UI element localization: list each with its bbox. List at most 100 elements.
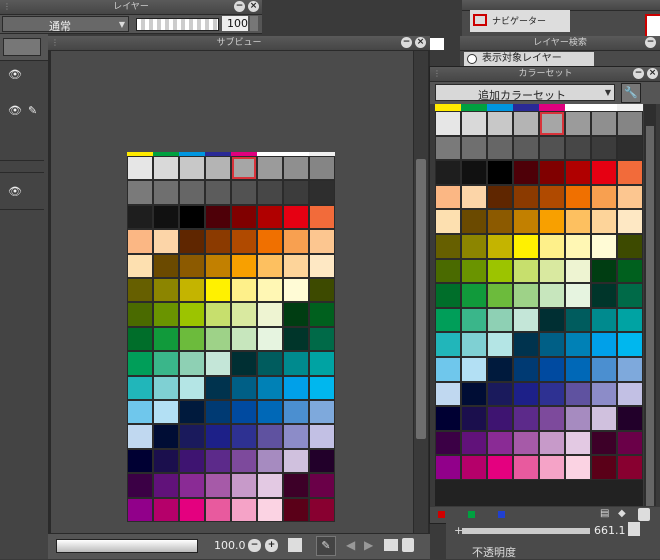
color-swatch[interactable] <box>153 302 179 327</box>
color-swatch[interactable] <box>205 424 231 449</box>
color-swatch[interactable] <box>257 400 283 425</box>
color-swatch[interactable] <box>127 326 153 352</box>
color-swatch[interactable] <box>539 283 565 308</box>
color-swatch[interactable] <box>487 406 513 431</box>
color-swatch[interactable] <box>461 209 487 234</box>
color-swatch[interactable] <box>565 184 591 210</box>
color-swatch[interactable] <box>283 448 309 474</box>
color-swatch[interactable] <box>205 156 231 181</box>
color-swatch[interactable] <box>231 253 257 278</box>
color-swatch[interactable] <box>539 135 565 161</box>
color-swatch[interactable] <box>127 473 153 498</box>
color-swatch[interactable] <box>179 253 205 278</box>
color-swatch[interactable] <box>127 424 153 449</box>
color-swatch[interactable] <box>205 278 231 303</box>
navigator-tab[interactable]: ナビゲーター <box>470 10 570 32</box>
color-swatch[interactable] <box>257 278 283 303</box>
color-swatch[interactable] <box>513 258 539 284</box>
color-swatch[interactable] <box>231 424 257 449</box>
color-swatch[interactable] <box>513 381 539 407</box>
color-swatch[interactable] <box>565 258 591 284</box>
color-swatch[interactable] <box>435 430 461 456</box>
color-swatch[interactable] <box>461 283 487 308</box>
color-swatch[interactable] <box>591 160 617 185</box>
blend-mode-select[interactable]: 通常 ▼ <box>2 16 129 33</box>
color-swatch[interactable] <box>179 229 205 254</box>
color-swatch[interactable] <box>435 381 461 407</box>
trash-icon[interactable] <box>638 508 650 521</box>
color-swatch[interactable] <box>487 104 513 111</box>
minimize-icon[interactable]: − <box>633 68 644 79</box>
color-swatch[interactable] <box>591 283 617 308</box>
color-swatch[interactable] <box>231 278 257 303</box>
color-swatch[interactable] <box>539 104 565 111</box>
color-swatch[interactable] <box>591 184 617 210</box>
color-swatch[interactable] <box>179 278 205 303</box>
opacity-slider[interactable] <box>136 18 219 31</box>
color-swatch[interactable] <box>309 351 335 376</box>
color-swatch[interactable] <box>461 455 487 480</box>
color-swatch[interactable] <box>539 381 565 407</box>
grip-icon[interactable]: ⋮ <box>51 38 59 47</box>
color-swatch[interactable] <box>257 351 283 376</box>
color-swatch[interactable] <box>231 180 257 205</box>
color-swatch[interactable] <box>153 400 179 425</box>
color-swatch[interactable] <box>435 135 461 161</box>
color-swatch[interactable] <box>539 455 565 480</box>
color-swatch[interactable] <box>231 204 257 230</box>
color-swatch[interactable] <box>513 104 539 111</box>
close-icon[interactable]: × <box>248 1 259 12</box>
color-swatch[interactable] <box>283 497 309 522</box>
color-swatch[interactable] <box>257 302 283 327</box>
color-swatch[interactable] <box>257 448 283 474</box>
color-swatch[interactable] <box>539 307 565 333</box>
opacity-spin-icon[interactable] <box>250 16 258 31</box>
minimize-icon[interactable]: − <box>401 37 412 48</box>
color-swatch[interactable] <box>309 448 335 474</box>
color-swatch[interactable] <box>565 357 591 382</box>
color-swatch[interactable] <box>127 448 153 474</box>
color-swatch[interactable] <box>231 400 257 425</box>
color-swatch[interactable] <box>565 104 591 111</box>
color-swatch[interactable] <box>591 455 617 480</box>
color-swatch[interactable] <box>617 283 643 308</box>
color-swatch[interactable] <box>461 111 487 136</box>
eye-icon[interactable]: 👁 <box>8 185 22 198</box>
color-swatch[interactable] <box>513 357 539 382</box>
color-swatch[interactable] <box>231 497 257 522</box>
color-swatch[interactable] <box>205 253 231 278</box>
color-swatch[interactable] <box>591 111 617 136</box>
scrollbar-thumb[interactable] <box>646 126 654 506</box>
open-image-icon[interactable] <box>384 539 398 551</box>
color-swatch[interactable] <box>205 400 231 425</box>
color-swatch[interactable] <box>565 381 591 407</box>
color-swatch[interactable] <box>617 160 643 185</box>
color-swatch[interactable] <box>309 424 335 449</box>
color-swatch[interactable] <box>127 497 153 522</box>
color-swatch[interactable] <box>283 302 309 327</box>
minimize-icon[interactable]: − <box>234 1 245 12</box>
color-swatch[interactable] <box>565 430 591 456</box>
color-swatch[interactable] <box>283 253 309 278</box>
color-swatch[interactable] <box>179 448 205 474</box>
color-swatch[interactable] <box>565 111 591 136</box>
eye-icon[interactable]: 👁 <box>8 104 22 117</box>
color-swatch[interactable] <box>309 400 335 425</box>
color-swatch[interactable] <box>127 400 153 425</box>
color-swatch[interactable] <box>513 455 539 480</box>
close-icon[interactable]: × <box>415 37 426 48</box>
color-swatch[interactable] <box>539 209 565 234</box>
vertical-scrollbar[interactable] <box>414 51 428 533</box>
color-swatch[interactable] <box>565 209 591 234</box>
subview-canvas[interactable] <box>51 51 413 533</box>
color-swatch[interactable] <box>435 111 461 136</box>
grip-icon[interactable]: ⋮ <box>433 69 441 78</box>
color-swatch[interactable] <box>153 229 179 254</box>
color-swatch[interactable] <box>539 184 565 210</box>
grip-icon[interactable]: ⋮ <box>3 2 11 11</box>
color-swatch[interactable] <box>461 104 487 111</box>
color-swatch[interactable] <box>461 234 487 259</box>
color-swatch[interactable] <box>591 332 617 357</box>
color-swatch[interactable] <box>461 406 487 431</box>
color-swatch[interactable] <box>487 258 513 284</box>
